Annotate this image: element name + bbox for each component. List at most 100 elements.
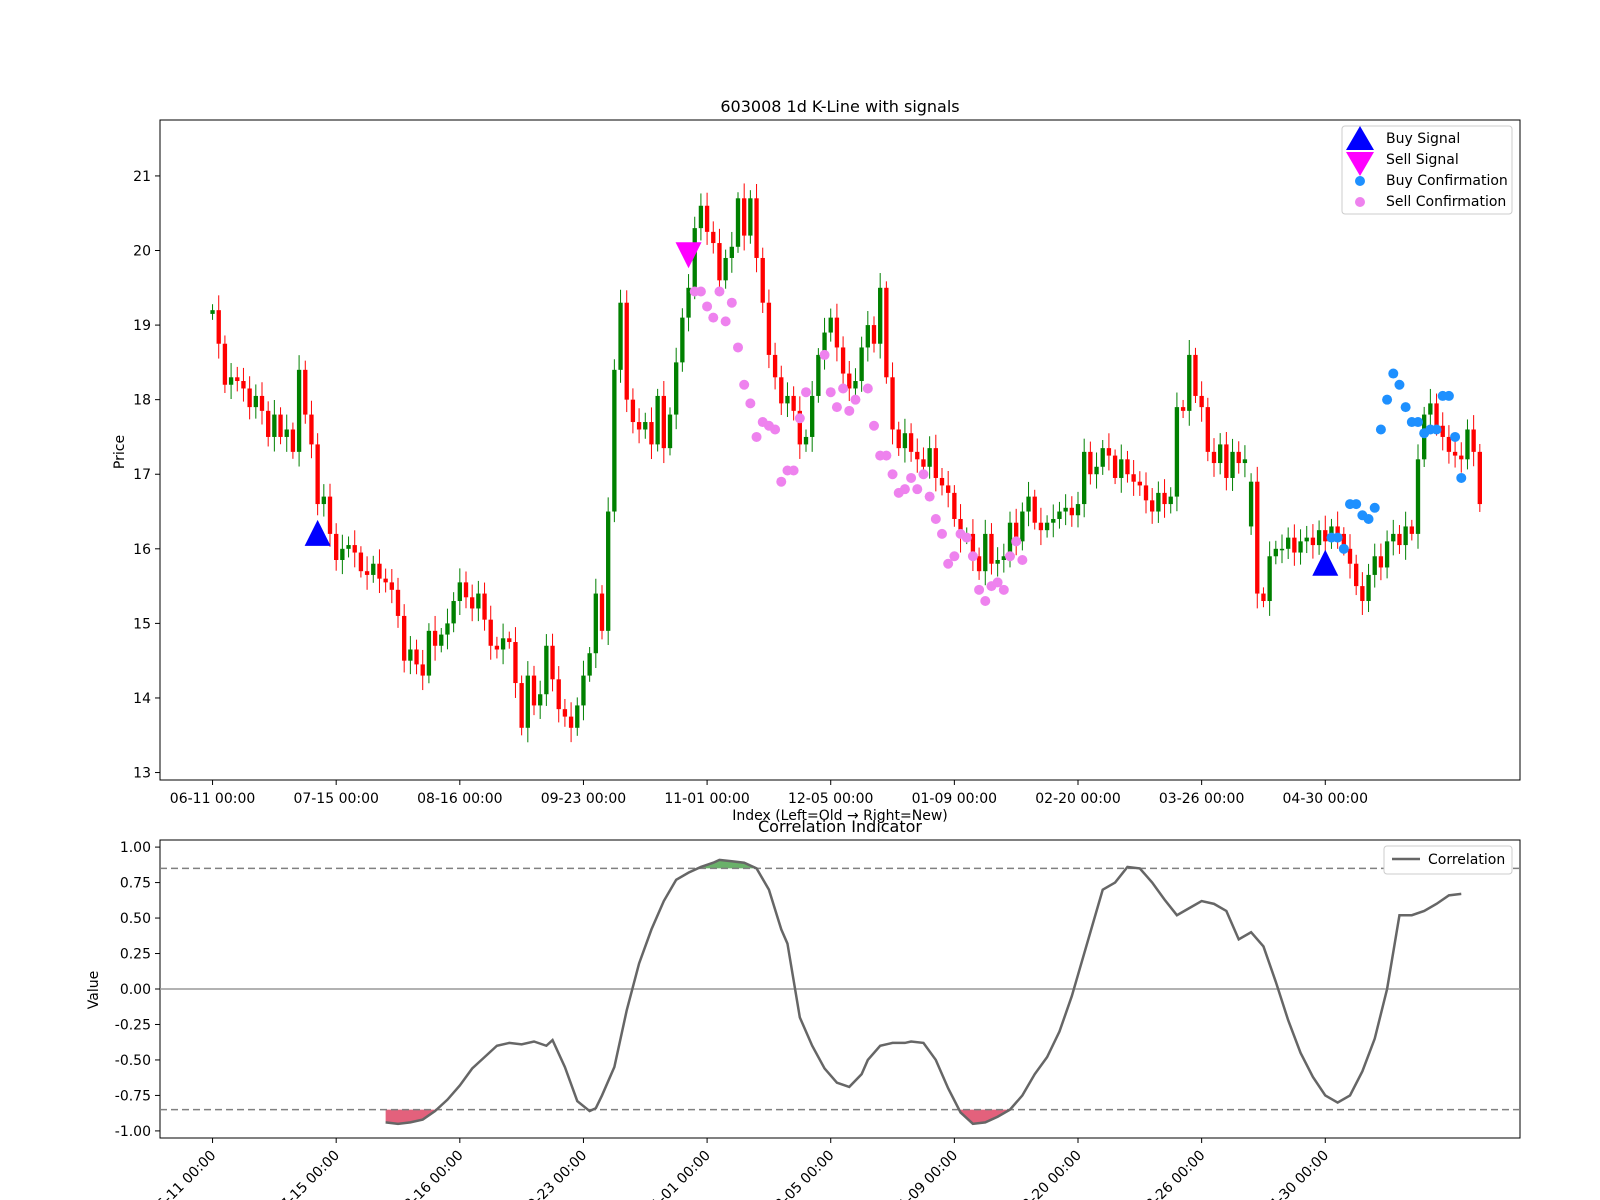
candle-body [1273,548,1278,557]
candle-body [266,410,271,437]
candle-body [667,414,673,449]
candle-body [1038,522,1044,531]
kline-x-tick-label: 11-01 00:00 [664,791,749,807]
kline-plot-frame [159,119,1521,781]
kline-x-tick-label: 07-15 00:00 [293,791,378,807]
candle-body [1248,481,1254,527]
sell-confirmation-point [961,532,972,543]
candle-body [1397,533,1402,546]
buy-confirmation-point [1400,402,1411,413]
candle-body [624,302,629,400]
candle-body [884,287,889,378]
candle-body [1310,537,1316,546]
candle-body [1323,530,1328,542]
candle-body [1131,474,1136,482]
correlation-x-tick-label: 04-30 00:00 [1260,1148,1332,1200]
candle-body [1044,522,1050,531]
legend-buy-signal-label: Buy Signal [1386,131,1460,147]
candle-body [599,593,605,631]
candle-body [1230,451,1235,478]
candle [680,308,685,372]
buy-confirmation-point [1443,390,1454,401]
candle-body [593,593,598,654]
buy-confirmation-point [1382,394,1393,405]
correlation-legend: Correlation [1383,845,1513,875]
candle-body [1384,541,1390,568]
candle-body [1242,459,1248,464]
correlation-x-tick-label: 02-20 00:00 [1013,1148,1085,1200]
candle-body [853,381,858,389]
candle [624,290,629,413]
candle-body [1162,492,1167,505]
candle-body [278,414,283,437]
candle-body [1354,563,1359,587]
sell-confirmation-point [794,413,805,424]
candle-body [742,198,747,236]
sell-confirmation-point [739,379,750,390]
sell-confirmation-point [788,465,799,476]
candle-body [1063,507,1068,512]
sell-confirmation-point [1005,551,1015,562]
candle-body [791,395,796,411]
sell-confirmation-point [819,349,830,360]
candle-body [630,399,636,423]
correlation-x-tick-label: 01-09 00:00 [889,1148,961,1200]
candle-body [983,533,988,572]
candle-body [426,630,432,676]
candle-body [834,317,840,348]
sell-confirmation-point [912,484,923,495]
correlation-x-tick-label: 06-11 00:00 [148,1148,220,1200]
candle [426,623,432,684]
sell-confirmation-point [906,472,917,483]
candle-body [643,422,648,430]
candle-body [1378,556,1384,568]
candle-body [296,369,302,452]
candle-body [952,492,957,519]
candle-body [1106,448,1112,456]
candle [1205,397,1210,462]
sell-confirmation-point [887,469,898,480]
candle [1248,473,1254,535]
buy-confirmation-point [1394,379,1405,390]
correlation-y-tick-label: -0.75 [115,1088,151,1104]
buy-confirmation-point [1351,499,1362,510]
candle-body [290,429,296,452]
candle-body [1224,444,1229,478]
candle-body [538,694,543,706]
sell-confirmation-point [918,469,929,480]
correlation-ylabel: Value [86,971,102,1009]
legend-sell-confirmation-label: Sell Confirmation [1386,194,1506,210]
sell-confirmation-point [838,383,849,394]
candle-body [1286,537,1291,549]
candle-body [847,373,852,389]
candle [1477,443,1482,512]
candle-body [544,645,549,695]
candle-body [723,257,728,281]
candle-body [921,459,926,467]
candle-body [1366,574,1371,602]
kline-x-tick-label: 01-09 00:00 [912,791,997,807]
candle-body [760,257,765,303]
buy-confirmation-point [1338,543,1349,554]
candle-body [704,205,710,232]
buy-confirmation-point [1431,424,1442,435]
candle-body [995,560,1000,564]
sell-confirmation-point [720,316,731,327]
candle-body [432,630,438,646]
kline-x-tick-label: 04-30 00:00 [1283,791,1368,807]
candle-body [1143,485,1149,501]
candle-body [451,601,456,624]
buy-confirmation-point [1456,472,1467,483]
candle-body [1261,593,1266,602]
candle-body [1415,459,1421,534]
candle-body [272,414,277,437]
candle [606,497,611,646]
candle-body [321,496,326,505]
sell-confirmation-point [967,551,978,562]
candle-body [525,675,530,728]
candle-body [1051,518,1056,523]
candle-body [606,511,611,631]
correlation-y-axis: -1.00 -0.75 -0.50 -0.25 0.00 0.25 0.50 0.75 1.00 [115,840,160,1140]
sell-confirmation-point [726,297,737,308]
candle-body [241,381,246,389]
